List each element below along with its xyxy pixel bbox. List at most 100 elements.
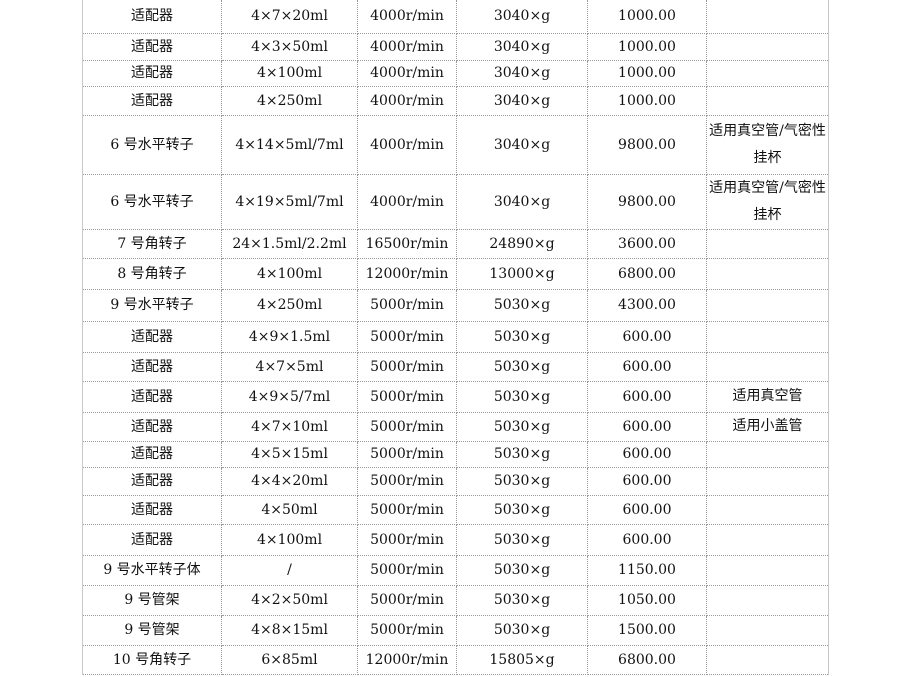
- cell-rcf: 3040×g: [456, 173, 588, 230]
- table-row: 适配器 4×100ml 4000r/min 3040×g 1000.00: [82, 59, 829, 87]
- table-row: 8 号角转子 4×100ml 12000r/min 13000×g 6800.00: [82, 257, 829, 290]
- table-row: 适配器 4×7×20ml 4000r/min 3040×g 1000.00: [82, 0, 829, 34]
- cell-note: [706, 228, 829, 259]
- cell-note: [706, 288, 829, 322]
- cell-note: [706, 614, 829, 646]
- cell-price: 9800.00: [587, 173, 707, 230]
- cell-name: 适配器: [82, 32, 222, 61]
- table-row: 适配器 4×7×10ml 5000r/min 5030×g 600.00 适用小盖管: [82, 411, 829, 442]
- cell-price: 600.00: [587, 351, 707, 382]
- cell-price: 1050.00: [587, 584, 707, 616]
- cell-speed: 5000r/min: [357, 411, 457, 442]
- cell-rcf: 5030×g: [456, 614, 588, 646]
- cell-speed: 4000r/min: [357, 0, 457, 34]
- cell-rcf: 3040×g: [456, 114, 588, 175]
- cell-name: 6 号水平转子: [82, 173, 222, 230]
- cell-name: 适配器: [82, 320, 222, 353]
- cell-note: [706, 320, 829, 353]
- cell-capacity: 4×100ml: [221, 257, 358, 290]
- cell-rcf: 3040×g: [456, 59, 588, 87]
- cell-price: 1000.00: [587, 85, 707, 116]
- table-row: 9 号管架 4×2×50ml 5000r/min 5030×g 1050.00: [82, 584, 829, 616]
- cell-rcf: 5030×g: [456, 554, 588, 586]
- cell-rcf: 24890×g: [456, 228, 588, 259]
- cell-price: 600.00: [587, 523, 707, 556]
- cell-note: 适用小盖管: [706, 411, 829, 442]
- table-row: 适配器 4×100ml 5000r/min 5030×g 600.00: [82, 523, 829, 556]
- cell-rcf: 5030×g: [456, 466, 588, 496]
- cell-note: [706, 440, 829, 468]
- cell-name: 适配器: [82, 59, 222, 87]
- cell-rcf: 5030×g: [456, 380, 588, 413]
- cell-speed: 5000r/min: [357, 380, 457, 413]
- cell-price: 1000.00: [587, 59, 707, 87]
- cell-capacity: 4×8×15ml: [221, 614, 358, 646]
- cell-capacity: 4×7×10ml: [221, 411, 358, 442]
- cell-name: 适配器: [82, 466, 222, 496]
- cell-name: 适配器: [82, 523, 222, 556]
- table-row: 适配器 4×3×50ml 4000r/min 3040×g 1000.00: [82, 32, 829, 61]
- cell-speed: 16500r/min: [357, 228, 457, 259]
- cell-price: 600.00: [587, 380, 707, 413]
- cell-note: [706, 554, 829, 586]
- cell-note: [706, 351, 829, 382]
- cell-rcf: 3040×g: [456, 32, 588, 61]
- cell-note: [706, 466, 829, 496]
- cell-capacity: 4×250ml: [221, 85, 358, 116]
- table-row: 7 号角转子 24×1.5ml/2.2ml 16500r/min 24890×g 360…: [82, 228, 829, 259]
- cell-name: 9 号管架: [82, 614, 222, 646]
- cell-price: 1000.00: [587, 32, 707, 61]
- cell-note: [706, 644, 829, 675]
- cell-speed: 5000r/min: [357, 466, 457, 496]
- cell-capacity: 4×250ml: [221, 288, 358, 322]
- cell-speed: 5000r/min: [357, 584, 457, 616]
- cell-capacity: 4×50ml: [221, 494, 358, 525]
- cell-rcf: 5030×g: [456, 523, 588, 556]
- cell-name: 适配器: [82, 351, 222, 382]
- cell-name: 适配器: [82, 494, 222, 525]
- cell-price: 6800.00: [587, 257, 707, 290]
- table-row: 6 号水平转子 4×14×5ml/7ml 4000r/min 3040×g 9800.0…: [82, 114, 829, 175]
- cell-speed: 5000r/min: [357, 494, 457, 525]
- table-row: 适配器 4×5×15ml 5000r/min 5030×g 600.00: [82, 440, 829, 468]
- cell-capacity: 4×5×15ml: [221, 440, 358, 468]
- cell-capacity: 24×1.5ml/2.2ml: [221, 228, 358, 259]
- table-row: 9 号管架 4×8×15ml 5000r/min 5030×g 1500.00: [82, 614, 829, 646]
- cell-capacity: 4×4×20ml: [221, 466, 358, 496]
- cell-speed: 4000r/min: [357, 59, 457, 87]
- cell-note: [706, 32, 829, 61]
- table-row: 9 号水平转子 4×250ml 5000r/min 5030×g 4300.00: [82, 288, 829, 322]
- cell-name: 9 号管架: [82, 584, 222, 616]
- cell-note: 适用真空管/气密性挂杯: [706, 173, 829, 230]
- cell-speed: 5000r/min: [357, 440, 457, 468]
- cell-name: 7 号角转子: [82, 228, 222, 259]
- cell-speed: 4000r/min: [357, 32, 457, 61]
- table-body: 适配器 4×7×20ml 4000r/min 3040×g 1000.00 适配器 4×3×…: [82, 0, 829, 675]
- rotor-spec-table: 适配器 4×7×20ml 4000r/min 3040×g 1000.00 适配器 4×3×…: [82, 0, 829, 675]
- cell-speed: 4000r/min: [357, 85, 457, 116]
- cell-speed: 5000r/min: [357, 320, 457, 353]
- cell-note: [706, 584, 829, 616]
- cell-capacity: /: [221, 554, 358, 586]
- table-row: 适配器 4×250ml 4000r/min 3040×g 1000.00: [82, 85, 829, 116]
- cell-rcf: 5030×g: [456, 288, 588, 322]
- cell-speed: 5000r/min: [357, 523, 457, 556]
- cell-note: [706, 59, 829, 87]
- cell-name: 8 号角转子: [82, 257, 222, 290]
- cell-name: 适配器: [82, 380, 222, 413]
- cell-speed: 5000r/min: [357, 614, 457, 646]
- cell-price: 3600.00: [587, 228, 707, 259]
- cell-price: 6800.00: [587, 644, 707, 675]
- cell-price: 4300.00: [587, 288, 707, 322]
- cell-capacity: 6×85ml: [221, 644, 358, 675]
- table-row: 适配器 4×9×1.5ml 5000r/min 5030×g 600.00: [82, 320, 829, 353]
- cell-rcf: 5030×g: [456, 440, 588, 468]
- cell-price: 9800.00: [587, 114, 707, 175]
- cell-note: [706, 494, 829, 525]
- cell-speed: 4000r/min: [357, 173, 457, 230]
- cell-capacity: 4×9×1.5ml: [221, 320, 358, 353]
- cell-rcf: 5030×g: [456, 584, 588, 616]
- cell-name: 10 号角转子: [82, 644, 222, 675]
- cell-speed: 5000r/min: [357, 288, 457, 322]
- cell-rcf: 13000×g: [456, 257, 588, 290]
